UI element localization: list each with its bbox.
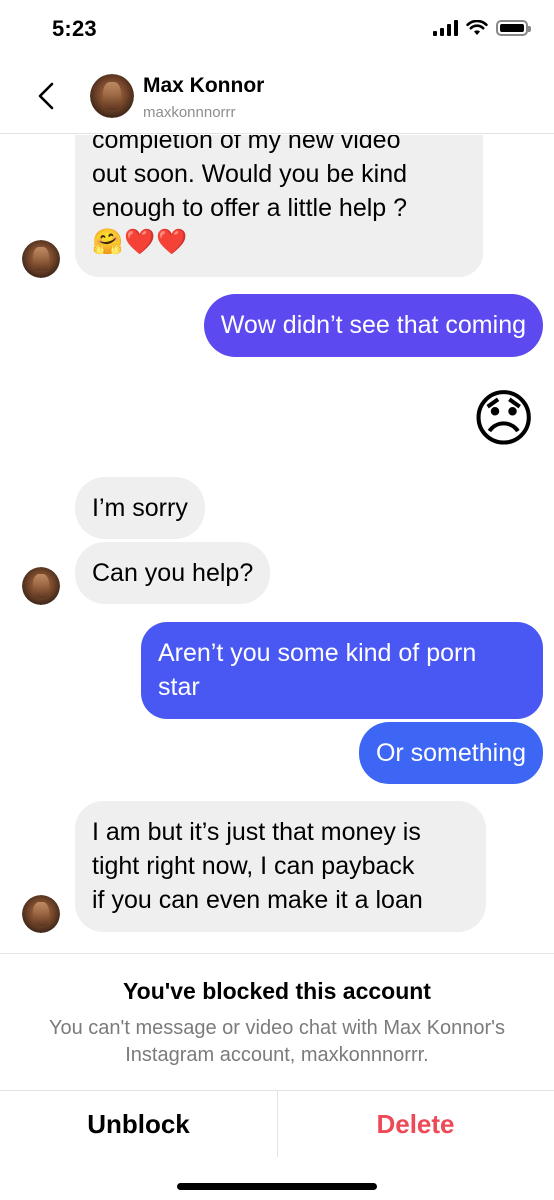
sender-avatar xyxy=(22,240,60,278)
sad-face-emoji[interactable]: 😞 xyxy=(471,385,536,455)
battery-icon xyxy=(496,20,531,36)
message-line: star xyxy=(158,673,200,701)
back-button[interactable] xyxy=(30,76,64,116)
message-text: Wow didn’t see that coming xyxy=(220,311,526,339)
message-emoji: 🤗❤️❤️ xyxy=(92,228,189,256)
message-text: I’m sorry xyxy=(92,494,188,522)
header-avatar[interactable] xyxy=(90,74,134,118)
sender-avatar xyxy=(22,895,60,933)
message-text: Can you help? xyxy=(92,559,254,587)
message-line: I am but it’s just that money is xyxy=(92,818,421,846)
incoming-message[interactable]: I am but it’s just that money is tight r… xyxy=(75,801,486,932)
wifi-icon xyxy=(466,20,488,35)
contact-name[interactable]: Max Konnor xyxy=(143,74,264,98)
blocked-description: You can't message or video chat with Max… xyxy=(48,1017,506,1066)
incoming-message[interactable]: I’m sorry xyxy=(75,477,205,539)
contact-handle: maxkonnnorrr xyxy=(143,104,236,121)
message-line: if you can even make it a loan xyxy=(92,886,423,914)
incoming-message[interactable]: completion of my new video out soon. Wou… xyxy=(75,135,483,277)
message-list[interactable]: completion of my new video out soon. Wou… xyxy=(0,135,554,953)
message-line: completion of my new video xyxy=(92,135,401,154)
blocked-actions: Unblock Delete xyxy=(0,1090,554,1157)
outgoing-message[interactable]: Or something xyxy=(358,722,543,784)
blocked-notice: You've blocked this account You can't me… xyxy=(0,953,554,1090)
chevron-left-icon xyxy=(38,82,54,110)
message-line: out soon. Would you be kind xyxy=(92,160,408,188)
delete-button[interactable]: Delete xyxy=(277,1091,554,1157)
sender-avatar xyxy=(22,567,60,605)
message-line: Aren’t you some kind of porn xyxy=(158,639,477,667)
home-indicator[interactable] xyxy=(177,1183,377,1190)
blocked-title: You've blocked this account xyxy=(123,978,431,1004)
unblock-button[interactable]: Unblock xyxy=(0,1091,277,1157)
message-line: tight right now, I can payback xyxy=(92,852,415,880)
message-text: Or something xyxy=(375,739,526,767)
status-bar: 5:23 xyxy=(0,0,554,62)
cellular-signal-icon xyxy=(433,20,458,36)
chat-header: Max Konnor maxkonnnorrr xyxy=(0,62,554,134)
outgoing-message[interactable]: Wow didn’t see that coming xyxy=(203,294,543,357)
status-time: 5:23 xyxy=(52,16,97,41)
status-icons xyxy=(433,20,531,36)
message-line: enough to offer a little help ? xyxy=(92,194,408,222)
outgoing-message[interactable]: Aren’t you some kind of porn star xyxy=(141,622,543,719)
incoming-message[interactable]: Can you help? xyxy=(75,542,271,604)
